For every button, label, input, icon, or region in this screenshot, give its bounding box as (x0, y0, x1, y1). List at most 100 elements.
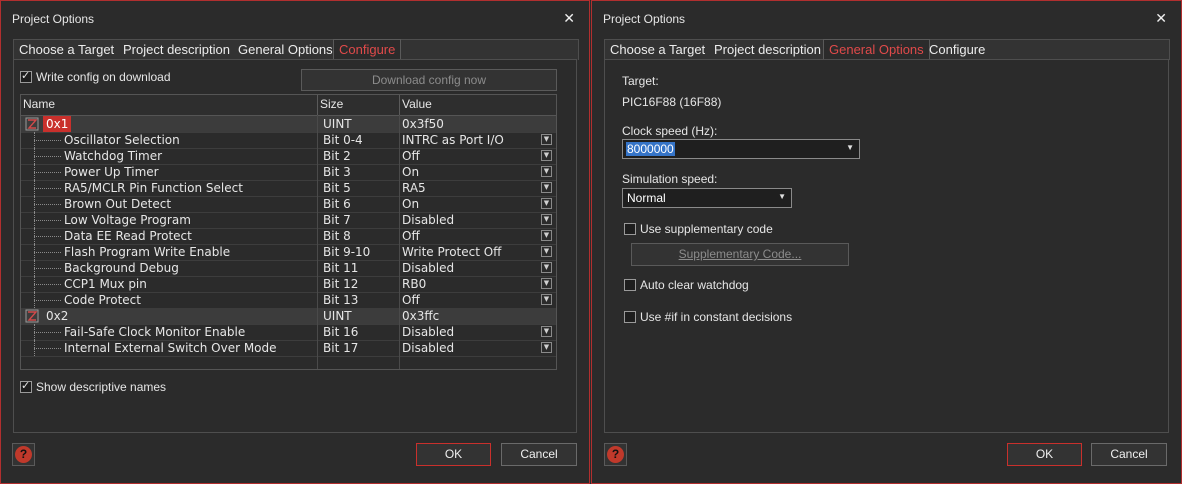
chevron-down-icon[interactable]: ▼ (778, 192, 786, 201)
group-value: 0x3ffc (402, 309, 440, 323)
tab-configure[interactable]: Configure (929, 41, 985, 59)
setting-value[interactable]: Disabled (402, 340, 538, 356)
config-setting-row[interactable]: Code Protect Bit 13 Off ▼ (21, 292, 556, 309)
tab-choose-a-target[interactable]: Choose a Target (19, 41, 114, 59)
use-supplementary-code-checkbox[interactable]: Use supplementary code (624, 222, 773, 236)
close-icon[interactable]: ✕ (1155, 10, 1167, 26)
tab-choose-a-target[interactable]: Choose a Target (610, 41, 705, 59)
supplementary-code-button[interactable]: Supplementary Code... (631, 243, 849, 266)
title-bar[interactable]: Project Options ✕ (592, 1, 1181, 37)
use-supplementary-code-label: Use supplementary code (640, 222, 773, 236)
checkbox-box[interactable] (20, 379, 32, 393)
setting-name: Flash Program Write Enable (64, 245, 231, 259)
setting-value[interactable]: RB0 (402, 276, 538, 292)
config-setting-row[interactable]: Oscillator Selection Bit 0-4 INTRC as Port… (21, 132, 556, 149)
simulation-speed-label: Simulation speed: (622, 172, 718, 186)
tree-connector (34, 172, 61, 173)
tab-configure[interactable]: Configure (333, 39, 402, 60)
general-options-panel: Target: PIC16F88 (16F88) Clock speed (Hz… (604, 59, 1169, 433)
chevron-down-icon[interactable]: ▼ (541, 150, 552, 161)
config-setting-row[interactable]: Low Voltage Program Bit 7 Disabled ▼ (21, 212, 556, 229)
tree-connector (34, 332, 61, 333)
use-if-constant-checkbox[interactable]: Use #if in constant decisions (624, 310, 792, 324)
tab-general-options[interactable]: General Options (238, 41, 333, 59)
config-setting-row[interactable]: Watchdog Timer Bit 2 Off ▼ (21, 148, 556, 165)
close-icon[interactable]: ✕ (563, 10, 575, 26)
ok-button[interactable]: OK (1007, 443, 1082, 466)
setting-value[interactable]: Disabled (402, 324, 538, 340)
chevron-down-icon[interactable]: ▼ (541, 198, 552, 209)
setting-value[interactable]: Off (402, 228, 538, 244)
chevron-down-icon[interactable]: ▼ (541, 246, 552, 257)
chevron-down-icon[interactable]: ▼ (541, 214, 552, 225)
column-header-size[interactable]: Size (318, 95, 400, 115)
column-header-name[interactable]: Name (21, 95, 318, 115)
auto-clear-watchdog-checkbox[interactable]: Auto clear watchdog (624, 278, 749, 292)
tree-connector (34, 220, 61, 221)
config-setting-row[interactable]: Data EE Read Protect Bit 8 Off ▼ (21, 228, 556, 245)
cancel-button[interactable]: Cancel (501, 443, 577, 466)
chevron-down-icon[interactable]: ▼ (541, 262, 552, 273)
config-setting-row[interactable]: Internal External Switch Over Mode Bit 17… (21, 340, 556, 357)
setting-value[interactable]: Disabled (402, 260, 538, 276)
chevron-down-icon[interactable]: ▼ (541, 182, 552, 193)
tree-connector (34, 204, 61, 205)
config-setting-row[interactable]: Background Debug Bit 11 Disabled ▼ (21, 260, 556, 277)
config-setting-row[interactable]: Power Up Timer Bit 3 On ▼ (21, 164, 556, 181)
simulation-speed-combo[interactable]: Normal ▼ (622, 188, 792, 208)
column-header-value[interactable]: Value (400, 95, 556, 115)
setting-size: Bit 16 (323, 325, 359, 339)
chevron-down-icon[interactable]: ▼ (846, 143, 854, 152)
setting-size: Bit 8 (323, 229, 351, 243)
chevron-down-icon[interactable]: ▼ (541, 230, 552, 241)
chevron-down-icon[interactable]: ▼ (541, 166, 552, 177)
group-name: 0x2 (46, 309, 69, 323)
chevron-down-icon[interactable]: ▼ (541, 278, 552, 289)
ok-button[interactable]: OK (416, 443, 491, 466)
checkbox-box[interactable] (624, 279, 636, 291)
config-group-row[interactable]: 0x1 UINT 0x3f50 (21, 116, 556, 133)
title-bar[interactable]: Project Options ✕ (1, 1, 589, 37)
help-button[interactable]: ? (12, 443, 35, 466)
checkbox-box[interactable] (20, 69, 32, 83)
setting-value[interactable]: Disabled (402, 212, 538, 228)
simulation-speed-value[interactable]: Normal (626, 191, 667, 205)
setting-value[interactable]: On (402, 196, 538, 212)
config-setting-row[interactable]: CCP1 Mux pin Bit 12 RB0 ▼ (21, 276, 556, 293)
checkbox-box[interactable] (624, 223, 636, 235)
tab-project-description[interactable]: Project description (123, 41, 230, 59)
setting-value[interactable]: Write Protect Off (402, 244, 538, 260)
cancel-button[interactable]: Cancel (1091, 443, 1167, 466)
config-setting-row[interactable]: RA5/MCLR Pin Function Select Bit 5 RA5 ▼ (21, 180, 556, 197)
config-setting-row[interactable]: Fail-Safe Clock Monitor Enable Bit 16 Disa… (21, 324, 556, 341)
help-button[interactable]: ? (604, 443, 627, 466)
config-setting-row[interactable]: Brown Out Detect Bit 6 On ▼ (21, 196, 556, 213)
checkbox-box[interactable] (624, 311, 636, 323)
download-config-button[interactable]: Download config now (301, 69, 557, 91)
chevron-down-icon[interactable]: ▼ (541, 326, 552, 337)
config-setting-row[interactable]: Flash Program Write Enable Bit 9-10 Write … (21, 244, 556, 261)
tab-general-options[interactable]: General Options (823, 39, 930, 60)
chevron-down-icon[interactable]: ▼ (541, 342, 552, 353)
clock-speed-value[interactable]: 8000000 (626, 142, 675, 156)
auto-clear-watchdog-label: Auto clear watchdog (640, 278, 749, 292)
tab-bar: Choose a Target Project description Gene… (13, 38, 579, 60)
chevron-down-icon[interactable]: ▼ (541, 134, 552, 145)
setting-size: Bit 11 (323, 261, 359, 275)
setting-value[interactable]: INTRC as Port I/O (402, 132, 538, 148)
setting-size: Bit 17 (323, 341, 359, 355)
setting-value[interactable]: Off (402, 148, 538, 164)
tab-project-description[interactable]: Project description (714, 41, 821, 59)
project-options-dialog-general: Project Options ✕ Choose a Target Projec… (591, 0, 1182, 484)
clock-speed-combo[interactable]: 8000000 ▼ (622, 139, 860, 159)
write-config-checkbox[interactable]: Write config on download (20, 69, 171, 84)
chevron-down-icon[interactable]: ▼ (541, 294, 552, 305)
setting-value[interactable]: On (402, 164, 538, 180)
setting-size: Bit 9-10 (323, 245, 371, 259)
setting-name: Fail-Safe Clock Monitor Enable (64, 325, 246, 339)
config-group-row[interactable]: 0x2 UINT 0x3ffc (21, 308, 556, 325)
setting-value[interactable]: Off (402, 292, 538, 308)
show-descriptive-names-checkbox[interactable]: Show descriptive names (20, 379, 166, 394)
setting-value[interactable]: RA5 (402, 180, 538, 196)
tree-connector (34, 348, 61, 349)
